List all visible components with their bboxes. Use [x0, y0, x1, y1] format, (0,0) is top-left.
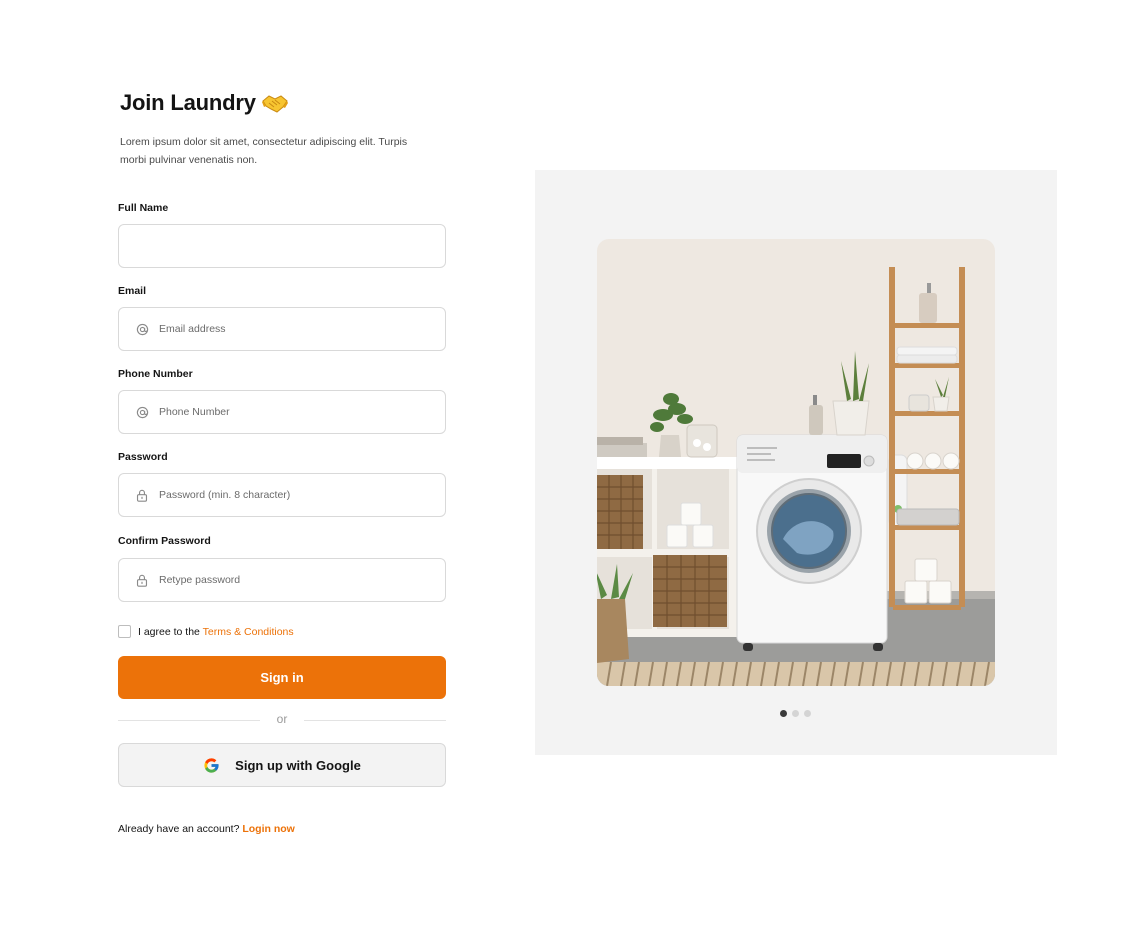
- confirm-password-label: Confirm Password: [118, 535, 211, 547]
- phone-field[interactable]: [118, 390, 446, 434]
- google-button-label: Sign up with Google: [235, 757, 361, 773]
- login-row: Already have an account? Login now: [118, 823, 295, 835]
- email-label: Email: [118, 285, 147, 297]
- full-name-label: Full Name: [118, 202, 169, 214]
- title-row: Join Laundry: [120, 90, 288, 116]
- confirm-password-field[interactable]: [118, 558, 446, 602]
- image-carousel: [535, 170, 1057, 755]
- or-divider: or: [118, 712, 446, 728]
- terms-checkbox[interactable]: [118, 625, 131, 638]
- handshake-icon: [261, 92, 288, 114]
- full-name-field[interactable]: [118, 224, 446, 268]
- at-icon: [135, 405, 149, 419]
- login-link[interactable]: Login now: [242, 823, 295, 835]
- lock-icon: [135, 488, 149, 502]
- google-signup-button[interactable]: Sign up with Google: [118, 743, 446, 787]
- page-subtitle: Lorem ipsum dolor sit amet, consectetur …: [120, 136, 408, 166]
- email-field[interactable]: [118, 307, 446, 351]
- sign-in-button[interactable]: Sign in: [118, 656, 446, 699]
- password-input[interactable]: [159, 474, 419, 516]
- signup-page: Join Laundry Lorem ipsum dolor sit amet,…: [0, 0, 1145, 926]
- lock-icon: [135, 573, 149, 587]
- phone-label: Phone Number: [118, 368, 193, 380]
- password-label: Password: [118, 451, 168, 463]
- full-name-input[interactable]: [135, 225, 395, 267]
- laundry-room-image: [597, 239, 995, 686]
- phone-input[interactable]: [159, 391, 419, 433]
- divider-text: or: [276, 712, 288, 726]
- carousel-dots: [780, 710, 811, 717]
- password-field[interactable]: [118, 473, 446, 517]
- terms-row: I agree to the Terms & Conditions: [118, 625, 294, 638]
- terms-prefix: I agree to the: [138, 625, 203, 638]
- google-icon: [203, 757, 220, 774]
- at-icon: [135, 322, 149, 336]
- carousel-dot[interactable]: [804, 710, 811, 717]
- carousel-dot[interactable]: [780, 710, 787, 717]
- page-title: Join Laundry: [120, 90, 256, 115]
- email-input[interactable]: [159, 308, 419, 350]
- divider-line-right: [304, 720, 446, 721]
- login-prompt: Already have an account?: [118, 823, 243, 835]
- terms-text: I agree to the Terms & Conditions: [138, 626, 294, 638]
- terms-link[interactable]: Terms & Conditions: [203, 626, 294, 638]
- confirm-password-input[interactable]: [159, 559, 419, 601]
- carousel-dot[interactable]: [792, 710, 799, 717]
